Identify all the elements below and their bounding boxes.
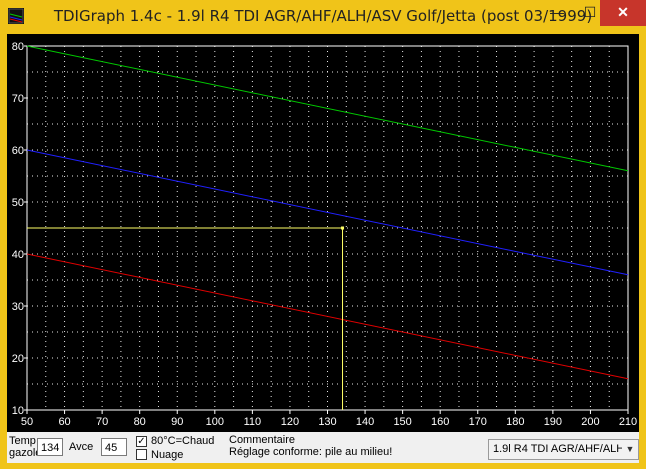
graph-panel[interactable]: 50 60 70 80 90 100 110 120 130 140 150 160 170 180 190… <box>7 34 639 432</box>
temp-input[interactable]: 134 <box>37 438 63 456</box>
x-tick-label: 140 <box>356 416 374 428</box>
x-tick-label: 210 <box>619 416 637 428</box>
hot-checkbox-label: 80°C=Chaud <box>151 435 215 447</box>
graph-canvas[interactable]: 50 60 70 80 90 100 110 120 130 140 150 160 170 180 190… <box>7 34 639 432</box>
check-icon: ✓ <box>137 436 146 447</box>
x-tick-label: 170 <box>469 416 487 428</box>
comment-title: Commentaire <box>229 434 296 446</box>
y-tick-label: 80 <box>12 41 24 53</box>
title-bar[interactable]: TDIGraph 1.4c - 1.9l R4 TDI AGR/AHF/ALH/… <box>0 0 646 33</box>
x-tick-label: 110 <box>244 416 262 428</box>
temp-label-line1: Temp <box>9 435 36 447</box>
control-bar: Temp gazole 134 Avce 45 ✓ 80°C=Chaud Nua… <box>7 432 639 463</box>
hot-checkbox[interactable]: ✓ <box>136 436 147 447</box>
x-tick-label: 200 <box>581 416 599 428</box>
cloud-checkbox-label: Nuage <box>151 449 184 461</box>
marker-crosshair <box>27 227 344 410</box>
marker-point <box>341 226 345 230</box>
x-tick-label: 90 <box>171 416 183 428</box>
cloud-checkbox[interactable] <box>136 449 147 460</box>
y-tick-label: 30 <box>12 301 24 313</box>
avce-label: Avce <box>69 441 94 453</box>
x-tick-label: 80 <box>134 416 146 428</box>
y-tick-label: 70 <box>12 93 24 105</box>
y-tick-label: 60 <box>12 145 24 157</box>
x-tick-label: 130 <box>318 416 336 428</box>
x-tick-label: 180 <box>506 416 524 428</box>
x-tick-label: 190 <box>544 416 562 428</box>
x-tick-label: 70 <box>96 416 108 428</box>
x-tick-label: 100 <box>206 416 224 428</box>
minimize-button[interactable]: — <box>540 0 574 26</box>
comment-text: Réglage conforme: pile au milieu! <box>229 446 393 458</box>
y-tick-label: 20 <box>12 353 24 365</box>
x-tick-label: 150 <box>393 416 411 428</box>
engine-select-value: 1.9l R4 TDI AGR/AHF/ALH <box>493 443 625 455</box>
y-tick-label: 40 <box>12 249 24 261</box>
app-window: TDIGraph 1.4c - 1.9l R4 TDI AGR/AHF/ALH/… <box>0 0 646 469</box>
engine-select[interactable]: 1.9l R4 TDI AGR/AHF/ALH ▼ <box>488 439 639 460</box>
y-tick-label: 50 <box>12 197 24 209</box>
x-tick-label: 120 <box>281 416 299 428</box>
series-line-1 <box>26 45 629 172</box>
chevron-down-icon[interactable]: ▼ <box>622 440 638 459</box>
x-tick-label: 50 <box>21 416 33 428</box>
client-area: 50 60 70 80 90 100 110 120 130 140 150 160 170 180 190… <box>7 34 639 463</box>
x-tick-label: 60 <box>58 416 70 428</box>
avce-input[interactable]: 45 <box>101 438 127 456</box>
y-tick-label: 10 <box>12 405 24 417</box>
series-line-3 <box>26 253 629 380</box>
x-tick-label: 160 <box>431 416 449 428</box>
close-button[interactable]: ✕ <box>600 0 646 26</box>
